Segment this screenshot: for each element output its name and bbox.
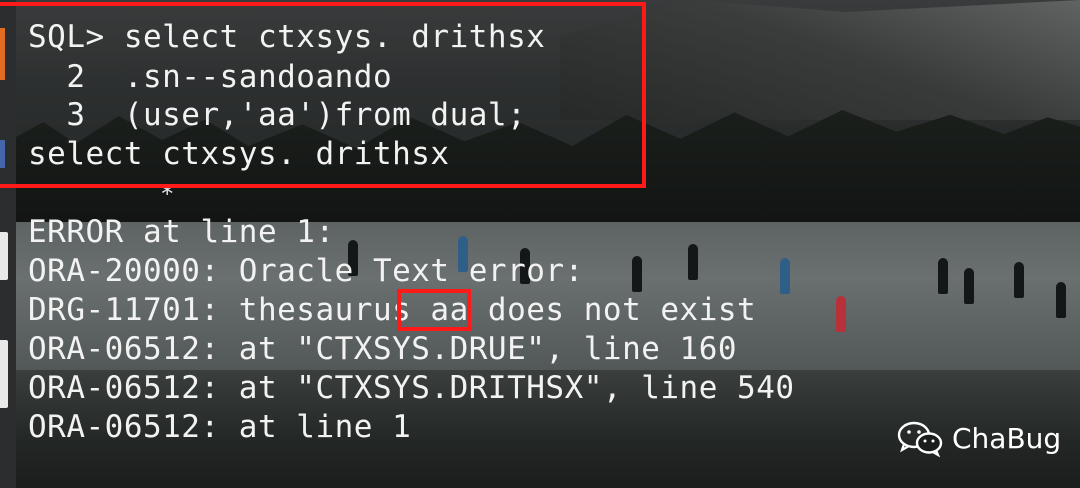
error-line: DRG-11701: thesaurus aa does not exist xyxy=(28,292,757,328)
sql-query-highlight-box xyxy=(0,2,646,188)
error-line: ORA-06512: at "CTXSYS.DRITHSX", line 540 xyxy=(28,370,795,406)
wechat-icon xyxy=(896,418,944,458)
error-line: ORA-20000: Oracle Text error: xyxy=(28,253,584,289)
error-line: ORA-06512: at "CTXSYS.DRUE", line 160 xyxy=(28,331,738,367)
error-line: ORA-06512: at line 1 xyxy=(28,409,412,445)
watermark: ChaBug xyxy=(896,418,1061,458)
thesaurus-name-highlight-box xyxy=(397,289,471,331)
watermark-label: ChaBug xyxy=(952,421,1062,455)
error-line: ERROR at line 1: xyxy=(28,214,335,250)
